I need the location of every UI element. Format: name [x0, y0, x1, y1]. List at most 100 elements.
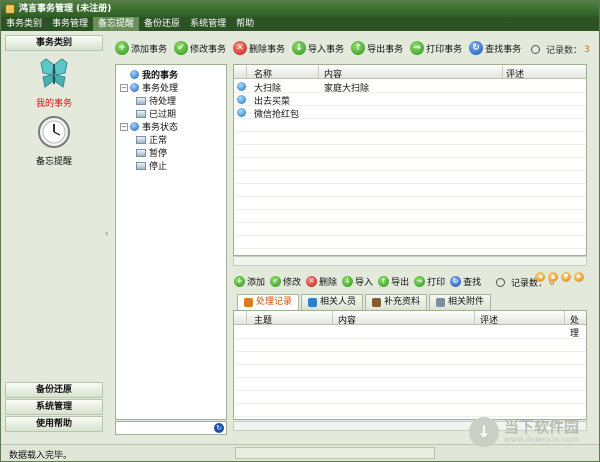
- detail-tabs: 处理记录 相关人员 补充资料 相关附件: [237, 294, 493, 310]
- table-row[interactable]: [234, 171, 586, 184]
- toolbar-button[interactable]: ↓ 导入事务: [292, 41, 344, 55]
- toolbar-button[interactable]: → 打印事务: [410, 41, 462, 55]
- table-row[interactable]: [234, 197, 586, 210]
- table-row[interactable]: [234, 365, 586, 378]
- toolbar-button-icon: →: [414, 275, 426, 287]
- tab[interactable]: 相关人员: [301, 294, 364, 310]
- toolbar-button[interactable]: ✕ 删除事务: [233, 41, 285, 55]
- table-row[interactable]: [234, 223, 586, 236]
- toolbar-button-label: 删除: [319, 277, 338, 288]
- help-button[interactable]: 使用帮助: [5, 416, 103, 432]
- collapse-toggle-icon[interactable]: −: [120, 83, 128, 92]
- tree-node-label: 暂停: [149, 149, 168, 159]
- table-row[interactable]: [234, 158, 586, 171]
- collapse-arrow-icon[interactable]: ‹: [105, 229, 108, 238]
- up-icon[interactable]: ▲: [548, 272, 558, 282]
- tree-node[interactable]: 已过期: [136, 107, 176, 120]
- menu-item[interactable]: 备忘提醒: [93, 17, 140, 31]
- table-row[interactable]: [234, 145, 586, 158]
- column-separator[interactable]: [502, 65, 503, 79]
- toolbar-button[interactable]: ↓ 导入: [342, 275, 373, 288]
- table-row[interactable]: [234, 339, 586, 352]
- table-row[interactable]: [234, 236, 586, 249]
- tab-icon: [244, 298, 253, 307]
- toolbar-button[interactable]: ↻ 查找: [450, 275, 481, 288]
- column-header[interactable]: 主题: [254, 313, 272, 326]
- column-separator[interactable]: [564, 311, 565, 325]
- tab-icon: [436, 298, 446, 307]
- tree-node[interactable]: 我的事务: [130, 68, 178, 81]
- search-icon[interactable]: [496, 278, 505, 287]
- column-header[interactable]: 内容: [338, 313, 356, 326]
- nav-item-my-tasks[interactable]: 我的事务: [5, 57, 103, 109]
- tree-node[interactable]: − 事务处理: [120, 81, 178, 94]
- table-row[interactable]: 微信抢红包: [234, 106, 586, 120]
- column-header[interactable]: 评述: [506, 67, 524, 80]
- menu-item[interactable]: 备份还原: [139, 17, 185, 31]
- tree-search-field[interactable]: ↻: [115, 421, 227, 435]
- toolbar-button[interactable]: ✕ 删除: [306, 275, 337, 288]
- toolbar-button[interactable]: + 添加事务: [115, 41, 167, 55]
- tab-icon: [372, 298, 382, 307]
- tab[interactable]: 处理记录: [237, 294, 300, 310]
- first-icon[interactable]: ◀: [535, 272, 545, 282]
- tree-node[interactable]: 停止: [136, 159, 167, 172]
- system-manage-button[interactable]: 系统管理: [5, 399, 103, 415]
- table-row[interactable]: [234, 391, 586, 404]
- last-icon[interactable]: ▶: [574, 272, 584, 282]
- tree-node[interactable]: 待处理: [136, 94, 176, 107]
- column-separator[interactable]: [246, 311, 247, 325]
- nav-item-label: 备忘提醒: [35, 157, 72, 167]
- toolbar-button[interactable]: ✔ 修改: [270, 275, 301, 288]
- toolbar-button-label: 添加事务: [131, 44, 168, 55]
- column-separator[interactable]: [332, 311, 333, 325]
- status-text: 数据载入完毕。: [9, 451, 73, 461]
- column-header[interactable]: 评述: [480, 313, 498, 326]
- table-scrollbar[interactable]: [233, 256, 587, 266]
- toolbar-button-label: 导出: [391, 277, 410, 288]
- table-row[interactable]: [234, 378, 586, 391]
- toolbar-button-icon: ↓: [342, 275, 354, 287]
- table-row[interactable]: [234, 132, 586, 145]
- row-status-icon: [237, 108, 246, 117]
- collapse-toggle-icon[interactable]: −: [120, 122, 128, 131]
- tree-node[interactable]: − 事务状态: [120, 120, 178, 133]
- column-header[interactable]: 名称: [254, 67, 272, 80]
- title-bar: 鸿言事务管理 (未注册): [1, 1, 599, 17]
- table-row[interactable]: [234, 404, 586, 417]
- backup-restore-button[interactable]: 备份还原: [5, 382, 103, 398]
- toolbar-button-label: 打印事务: [426, 44, 463, 55]
- column-separator[interactable]: [246, 65, 247, 79]
- menu-item[interactable]: 帮助: [231, 17, 259, 31]
- toolbar-button[interactable]: ↑ 导出事务: [351, 41, 403, 55]
- column-header[interactable]: 内容: [324, 67, 342, 80]
- table-row[interactable]: 大扫除 家庭大扫除: [234, 80, 586, 94]
- down-icon[interactable]: ▼: [561, 272, 571, 282]
- search-icon[interactable]: [531, 45, 540, 54]
- tab[interactable]: 相关附件: [429, 294, 492, 310]
- tree-node[interactable]: 暂停: [136, 146, 167, 159]
- menu-item[interactable]: 系统管理: [185, 17, 231, 31]
- table-row[interactable]: [234, 352, 586, 365]
- refresh-icon[interactable]: ↻: [214, 423, 224, 433]
- node-icon: [130, 83, 139, 92]
- table-row[interactable]: [234, 119, 586, 132]
- toolbar-button[interactable]: ↑ 导出: [378, 275, 409, 288]
- toolbar-button[interactable]: ↻ 查找事务: [469, 41, 521, 55]
- column-separator[interactable]: [318, 65, 319, 79]
- tab[interactable]: 补充资料: [365, 294, 428, 310]
- toolbar-button[interactable]: + 添加: [234, 275, 265, 288]
- table-row[interactable]: 出去买菜: [234, 93, 586, 107]
- menu-item[interactable]: 事务类别: [1, 17, 47, 31]
- tree-node[interactable]: 正常: [136, 133, 167, 146]
- table-row[interactable]: [234, 210, 586, 223]
- table-row[interactable]: [234, 326, 586, 339]
- toolbar-button[interactable]: → 打印: [414, 275, 445, 288]
- toolbar-button[interactable]: ✔ 修改事务: [174, 41, 226, 55]
- tree-node-label: 正常: [149, 136, 168, 146]
- menu-item[interactable]: 事务管理: [47, 17, 93, 31]
- nav-item-memo[interactable]: 备忘提醒: [5, 115, 103, 167]
- column-separator[interactable]: [474, 311, 475, 325]
- table-row[interactable]: [234, 184, 586, 197]
- nav-header[interactable]: 事务类别: [5, 35, 103, 51]
